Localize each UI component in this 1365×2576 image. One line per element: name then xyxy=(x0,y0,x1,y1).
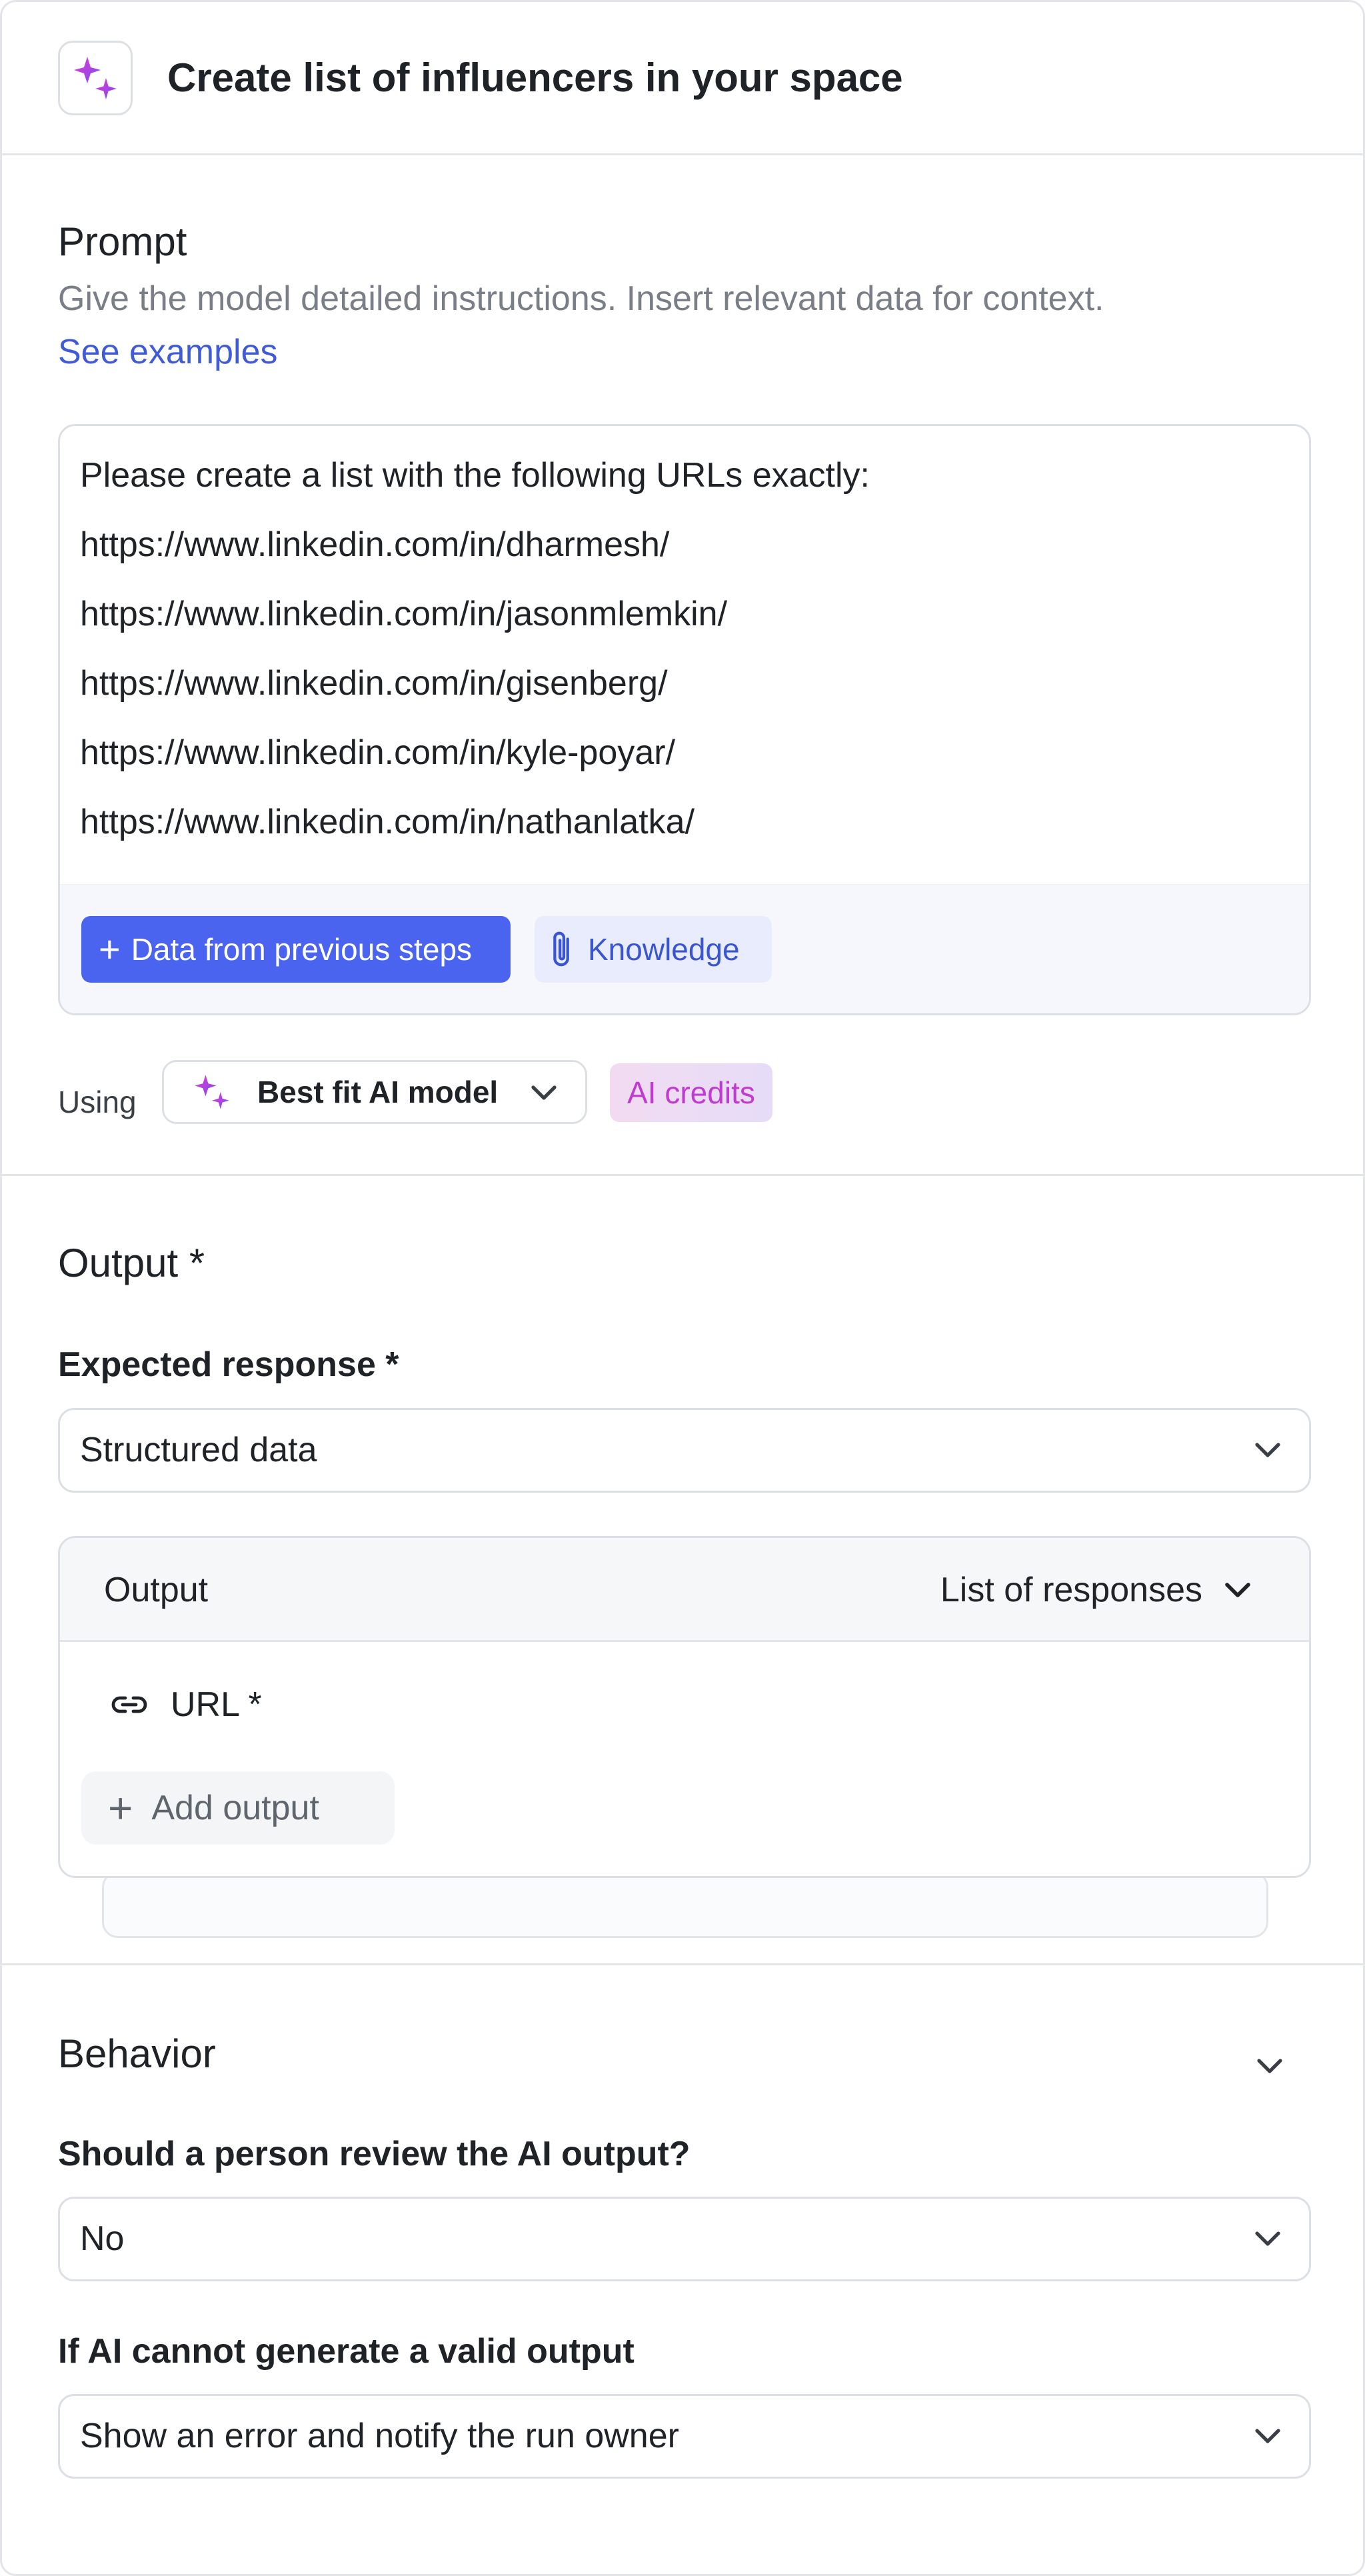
knowledge-button-label: Knowledge xyxy=(588,932,740,967)
prompt-line: Please create a list with the following … xyxy=(80,456,870,495)
prompt-heading: Prompt xyxy=(58,219,187,264)
chevron-down-icon xyxy=(531,1085,557,1100)
paperclip-icon xyxy=(553,931,569,967)
human-review-value: No xyxy=(80,2219,125,2258)
chevron-down-icon xyxy=(1225,1583,1250,1597)
human-review-label: Should a person review the AI output? xyxy=(58,2135,690,2173)
add-output-label: Add output xyxy=(151,1789,319,1827)
prompt-line: https://www.linkedin.com/in/jasonmlemkin… xyxy=(80,595,728,633)
output-card-header: Output List of responses xyxy=(60,1538,1309,1642)
chevron-down-icon[interactable] xyxy=(1255,2053,1284,2079)
output-field-name: URL * xyxy=(171,1685,262,1724)
fallback-value: Show an error and notify the run owner xyxy=(80,2417,679,2455)
add-output-button[interactable]: + Add output xyxy=(81,1771,395,1845)
ai-model-select[interactable]: Best fit AI model xyxy=(162,1060,587,1124)
prompt-line: https://www.linkedin.com/in/nathanlatka/ xyxy=(80,803,695,841)
output-section: Output * Expected response * Structured … xyxy=(2,1178,1363,1965)
output-card-stack xyxy=(102,1871,1268,1938)
sparkle-icon xyxy=(58,40,133,115)
output-field-row[interactable]: URL * xyxy=(109,1685,262,1725)
prompt-text[interactable]: Please create a list with the following … xyxy=(80,441,870,857)
plus-icon: + xyxy=(108,1784,133,1832)
fallback-select[interactable]: Show an error and notify the run owner xyxy=(58,2394,1311,2479)
chevron-down-icon xyxy=(1255,1443,1280,1457)
prompt-section: Prompt Give the model detailed instructi… xyxy=(2,155,1363,1176)
chevron-down-icon xyxy=(1255,2429,1280,2443)
human-review-select[interactable]: No xyxy=(58,2197,1311,2281)
page-title: Create list of influencers in your space xyxy=(167,55,903,100)
ai-credits-badge: AI credits xyxy=(610,1063,772,1122)
data-from-previous-steps-button[interactable]: + Data from previous steps xyxy=(81,916,511,983)
prompt-line: https://www.linkedin.com/in/dharmesh/ xyxy=(80,525,670,564)
prompt-line: https://www.linkedin.com/in/gisenberg/ xyxy=(80,664,668,703)
prompt-editor[interactable]: Please create a list with the following … xyxy=(58,424,1311,1015)
link-icon xyxy=(111,1696,147,1713)
output-card: Output List of responses URL * + Add out… xyxy=(58,1536,1311,1878)
response-mode-select[interactable]: List of responses xyxy=(940,1538,1253,1642)
plus-icon: + xyxy=(99,928,121,970)
output-heading: Output * xyxy=(58,1241,205,1285)
expected-response-value: Structured data xyxy=(80,1431,317,1469)
behavior-section: Behavior Should a person review the AI o… xyxy=(2,1967,1363,2574)
prompt-toolbar: + Data from previous steps Knowledge xyxy=(60,884,1309,1013)
expected-response-select[interactable]: Structured data xyxy=(58,1408,1311,1493)
behavior-heading: Behavior xyxy=(58,2031,216,2076)
ai-step-panel: Create list of influencers in your space… xyxy=(0,0,1365,2576)
fallback-label: If AI cannot generate a valid output xyxy=(58,2332,635,2371)
see-examples-link[interactable]: See examples xyxy=(58,332,278,372)
chevron-down-icon xyxy=(1255,2231,1280,2246)
ai-model-select-value: Best fit AI model xyxy=(257,1075,499,1109)
prompt-line: https://www.linkedin.com/in/kyle-poyar/ xyxy=(80,733,676,772)
sparkle-icon xyxy=(195,1075,229,1109)
expected-response-label: Expected response * xyxy=(58,1345,399,1384)
knowledge-button[interactable]: Knowledge xyxy=(535,916,772,983)
prompt-description: Give the model detailed instructions. In… xyxy=(58,279,1104,318)
output-card-title: Output xyxy=(104,1571,209,1609)
response-mode-value: List of responses xyxy=(940,1571,1202,1609)
data-button-label: Data from previous steps xyxy=(131,932,473,967)
panel-header: Create list of influencers in your space xyxy=(2,2,1363,155)
using-label: Using xyxy=(58,1085,137,1119)
